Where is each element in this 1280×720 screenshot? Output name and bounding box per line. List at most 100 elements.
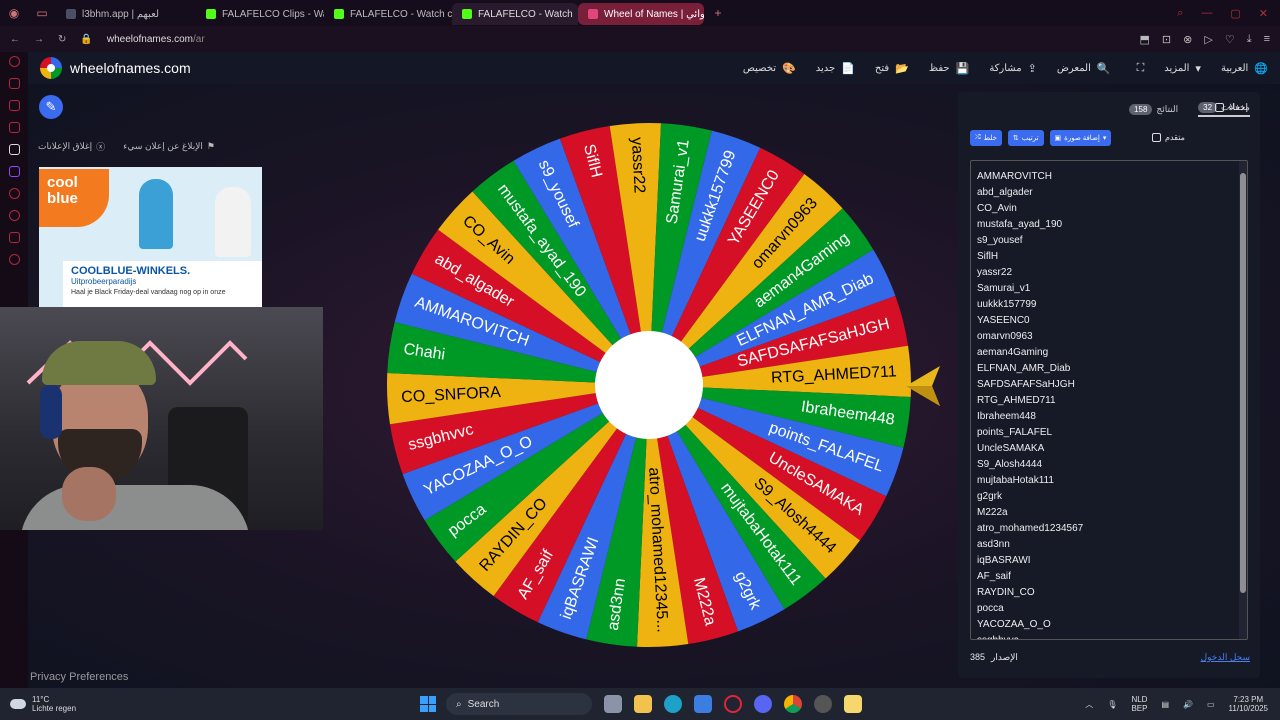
clock[interactable]: 7:23 PM 11/10/2025 [1229,695,1268,713]
sidebar-settings-icon[interactable] [8,254,20,265]
wheel-svg[interactable]: AMMAROVITCHabd_algaderCO_Avinmustafa_aya… [384,120,914,650]
minimize-icon[interactable]: — [1201,7,1212,20]
language-indicator[interactable]: NLD BEP [1131,695,1147,713]
ad-image-person [139,179,173,249]
task-view-icon[interactable] [604,695,622,713]
discord-icon[interactable] [754,695,772,713]
menu-item-palette[interactable]: 🎨 تخصيص [743,62,796,75]
tab-search-icon[interactable]: ▭ [28,0,56,26]
privacy-preferences-link[interactable]: Privacy Preferences [30,671,128,683]
extension-icon[interactable]: ⊗ [1183,33,1192,46]
tab-results[interactable]: النتائج 158 [1129,103,1178,115]
heart-icon[interactable]: ♡ [1225,33,1235,46]
sidebar-user-icon[interactable] [8,78,20,89]
ad-banner[interactable]: cool blue COOLBLUE-WINKELS. Uitprobeerpar… [39,167,262,307]
login-link[interactable]: سجل الدخول [1201,652,1250,663]
hide-toggle[interactable]: إخفاء [1215,102,1248,113]
windows-start-icon[interactable] [420,696,436,712]
network-icon[interactable]: ▤ [1161,700,1169,709]
sidebar-history-icon[interactable] [8,56,20,67]
entry-line: yassr22 [977,267,1013,278]
menu-item-share[interactable]: ⇪ مشاركة [989,62,1037,75]
volume-icon[interactable]: 🔊 [1183,700,1193,709]
entries-panel: مدخلات 32 النتائج 158 إخفاء ⤮ خلط ⇅ ترتيب … [958,92,1260,678]
opera-icon[interactable] [724,695,742,713]
entries-textarea[interactable]: AMMAROVITCH abd_algader CO_Avin mustafa_aya… [970,160,1248,640]
windows-taskbar: 11°C Lichte regen ⌕ Search ︿ 🎙 NLD BEP ▤ … [0,688,1280,720]
file-explorer-icon[interactable] [634,695,652,713]
sidebar-kick-icon[interactable] [8,144,20,155]
reload-icon[interactable]: ↻ [58,34,66,45]
sidebar-cube-icon[interactable] [8,232,20,243]
menu-item-new-file[interactable]: 📄 جديد [816,62,855,75]
close-window-icon[interactable]: ✕ [1259,7,1268,20]
battery-icon[interactable]: ▭ [1207,700,1215,709]
taskbar-search[interactable]: ⌕ Search [446,693,592,715]
play-icon[interactable]: ▷ [1204,33,1212,46]
new-tab-icon[interactable]: + [704,0,732,26]
advanced-checkbox[interactable] [1152,133,1161,142]
menu-item-globe[interactable]: 🌐 العربية [1221,62,1268,75]
tab-5[interactable]: Wheel of Names | شوائي [578,3,704,25]
tab-4-active[interactable]: FALAFELCO - Watch ✕ [452,3,578,25]
screenshot-icon[interactable]: ⊡ [1162,33,1171,46]
lang2: BEP [1131,704,1148,713]
entry-line: RAYDIN_CO [977,587,1035,598]
sidebar-twitch-icon[interactable] [8,166,20,177]
sidebar-vk-icon[interactable] [8,122,20,133]
shuffle-icon: ⤮ [975,134,981,141]
hide-checkbox[interactable] [1215,103,1225,112]
flag-icon: ⚑ [206,141,215,151]
advanced-toggle[interactable]: متقدم [1152,133,1185,142]
entry-line: RTG_AHMED711 [977,395,1056,406]
menu-item-folder[interactable]: 📂 فتح [875,62,909,75]
wheel-center-hub[interactable] [595,331,703,439]
url-field[interactable]: wheelofnames.com/ar [107,34,205,45]
menu-icon[interactable]: ≡ [1264,33,1270,46]
bookmark-icon[interactable]: ⬒ [1140,33,1150,46]
sidebar-messenger-icon[interactable] [8,100,20,111]
entries-scroll-thumb[interactable] [1240,173,1246,593]
edge-icon[interactable] [664,695,682,713]
store-icon[interactable] [694,695,712,713]
tab-3[interactable]: FALAFELCO - Watch clip [324,3,452,25]
weather-widget[interactable]: 11°C Lichte regen [0,695,420,713]
entries-scrollbar[interactable] [1239,161,1247,639]
back-icon[interactable]: ← [10,34,20,45]
menu-item-chevron-down[interactable]: ▾ المزيد [1164,62,1201,75]
download-icon[interactable]: ⤓ [1247,33,1252,46]
close-ads-link[interactable]: ⓧ إغلاق الإعلانات [38,140,105,153]
globe-icon: 🌐 [1254,62,1268,75]
maximize-icon[interactable]: ▢ [1230,7,1240,20]
report-ad-link[interactable]: ⚑ الإبلاغ عن إعلان سيء [123,140,215,153]
browser-menu-icon[interactable]: ◉ [0,0,28,26]
add-image-button[interactable]: ▣ إضافة صورة ▾ [1049,130,1112,146]
shuffle-button[interactable]: ⤮ خلط [970,130,1002,146]
tab-2[interactable]: FALAFELCO Clips - Watc [196,3,324,25]
microphone-icon[interactable]: 🎙 [1107,700,1117,709]
tab-1[interactable]: l3bhm.app | لعبهم [56,3,196,25]
tray-chevron-icon[interactable]: ︿ [1085,699,1093,710]
sidebar-clock-icon[interactable] [8,188,20,199]
browser-tab-bar: ◉ ▭ l3bhm.app | لعبهم FALAFELCO Clips - … [0,0,1280,26]
panel-footer: الإصدار 385 سجل الدخول [970,652,1250,663]
brand-name[interactable]: wheelofnames.com [70,60,191,76]
edit-pencil-icon[interactable]: ✎ [39,95,63,119]
search-tabs-icon[interactable]: ⌕ [1177,7,1183,20]
wheel[interactable]: AMMAROVITCH abd_algader CO_Avin mustafa_aya… [384,120,914,650]
wheel-logo-icon[interactable] [40,57,62,79]
chrome-icon[interactable] [784,695,802,713]
window-controls: ⌕ — ▢ ✕ [1177,7,1280,20]
app-icon[interactable] [814,695,832,713]
sidebar-timer-icon[interactable] [8,210,20,221]
entry-line: ssgbhvvc [977,633,1241,639]
entry-line: uukkk157799 [977,299,1037,310]
sort-button[interactable]: ⇅ ترتيب [1007,130,1044,146]
menu-item-save[interactable]: 💾 حفظ [929,62,969,75]
forward-icon[interactable]: → [34,34,44,45]
menu-item-fullscreen[interactable]: ⛶ [1131,62,1145,75]
menu-item-search[interactable]: 🔍 المعرض [1057,62,1111,75]
ad-textbox: COOLBLUE-WINKELS. Uitprobeerparadijs Haa… [63,261,262,307]
notes-app-icon[interactable] [844,695,862,713]
menu-item-label: المزيد [1164,62,1190,74]
